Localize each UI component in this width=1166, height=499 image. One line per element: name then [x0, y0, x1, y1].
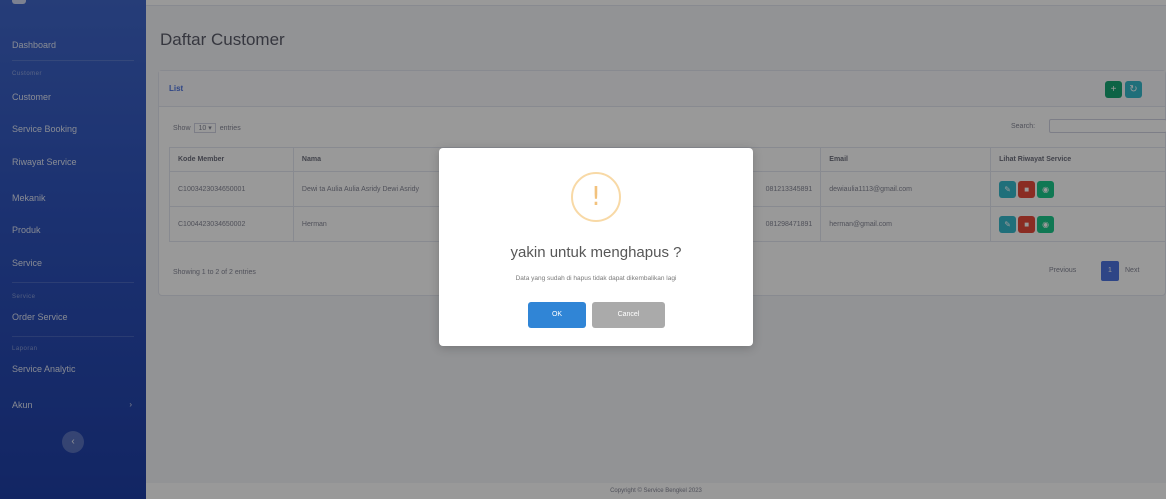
confirm-delete-dialog: ! yakin untuk menghapus ? Data yang suda… [439, 148, 753, 346]
dialog-title: yakin untuk menghapus ? [510, 244, 682, 261]
warning-icon: ! [571, 172, 621, 222]
dialog-message: Data yang sudah di hapus tidak dapat dik… [515, 275, 677, 282]
cancel-button[interactable]: Cancel [592, 302, 665, 328]
ok-button[interactable]: OK [528, 302, 586, 328]
